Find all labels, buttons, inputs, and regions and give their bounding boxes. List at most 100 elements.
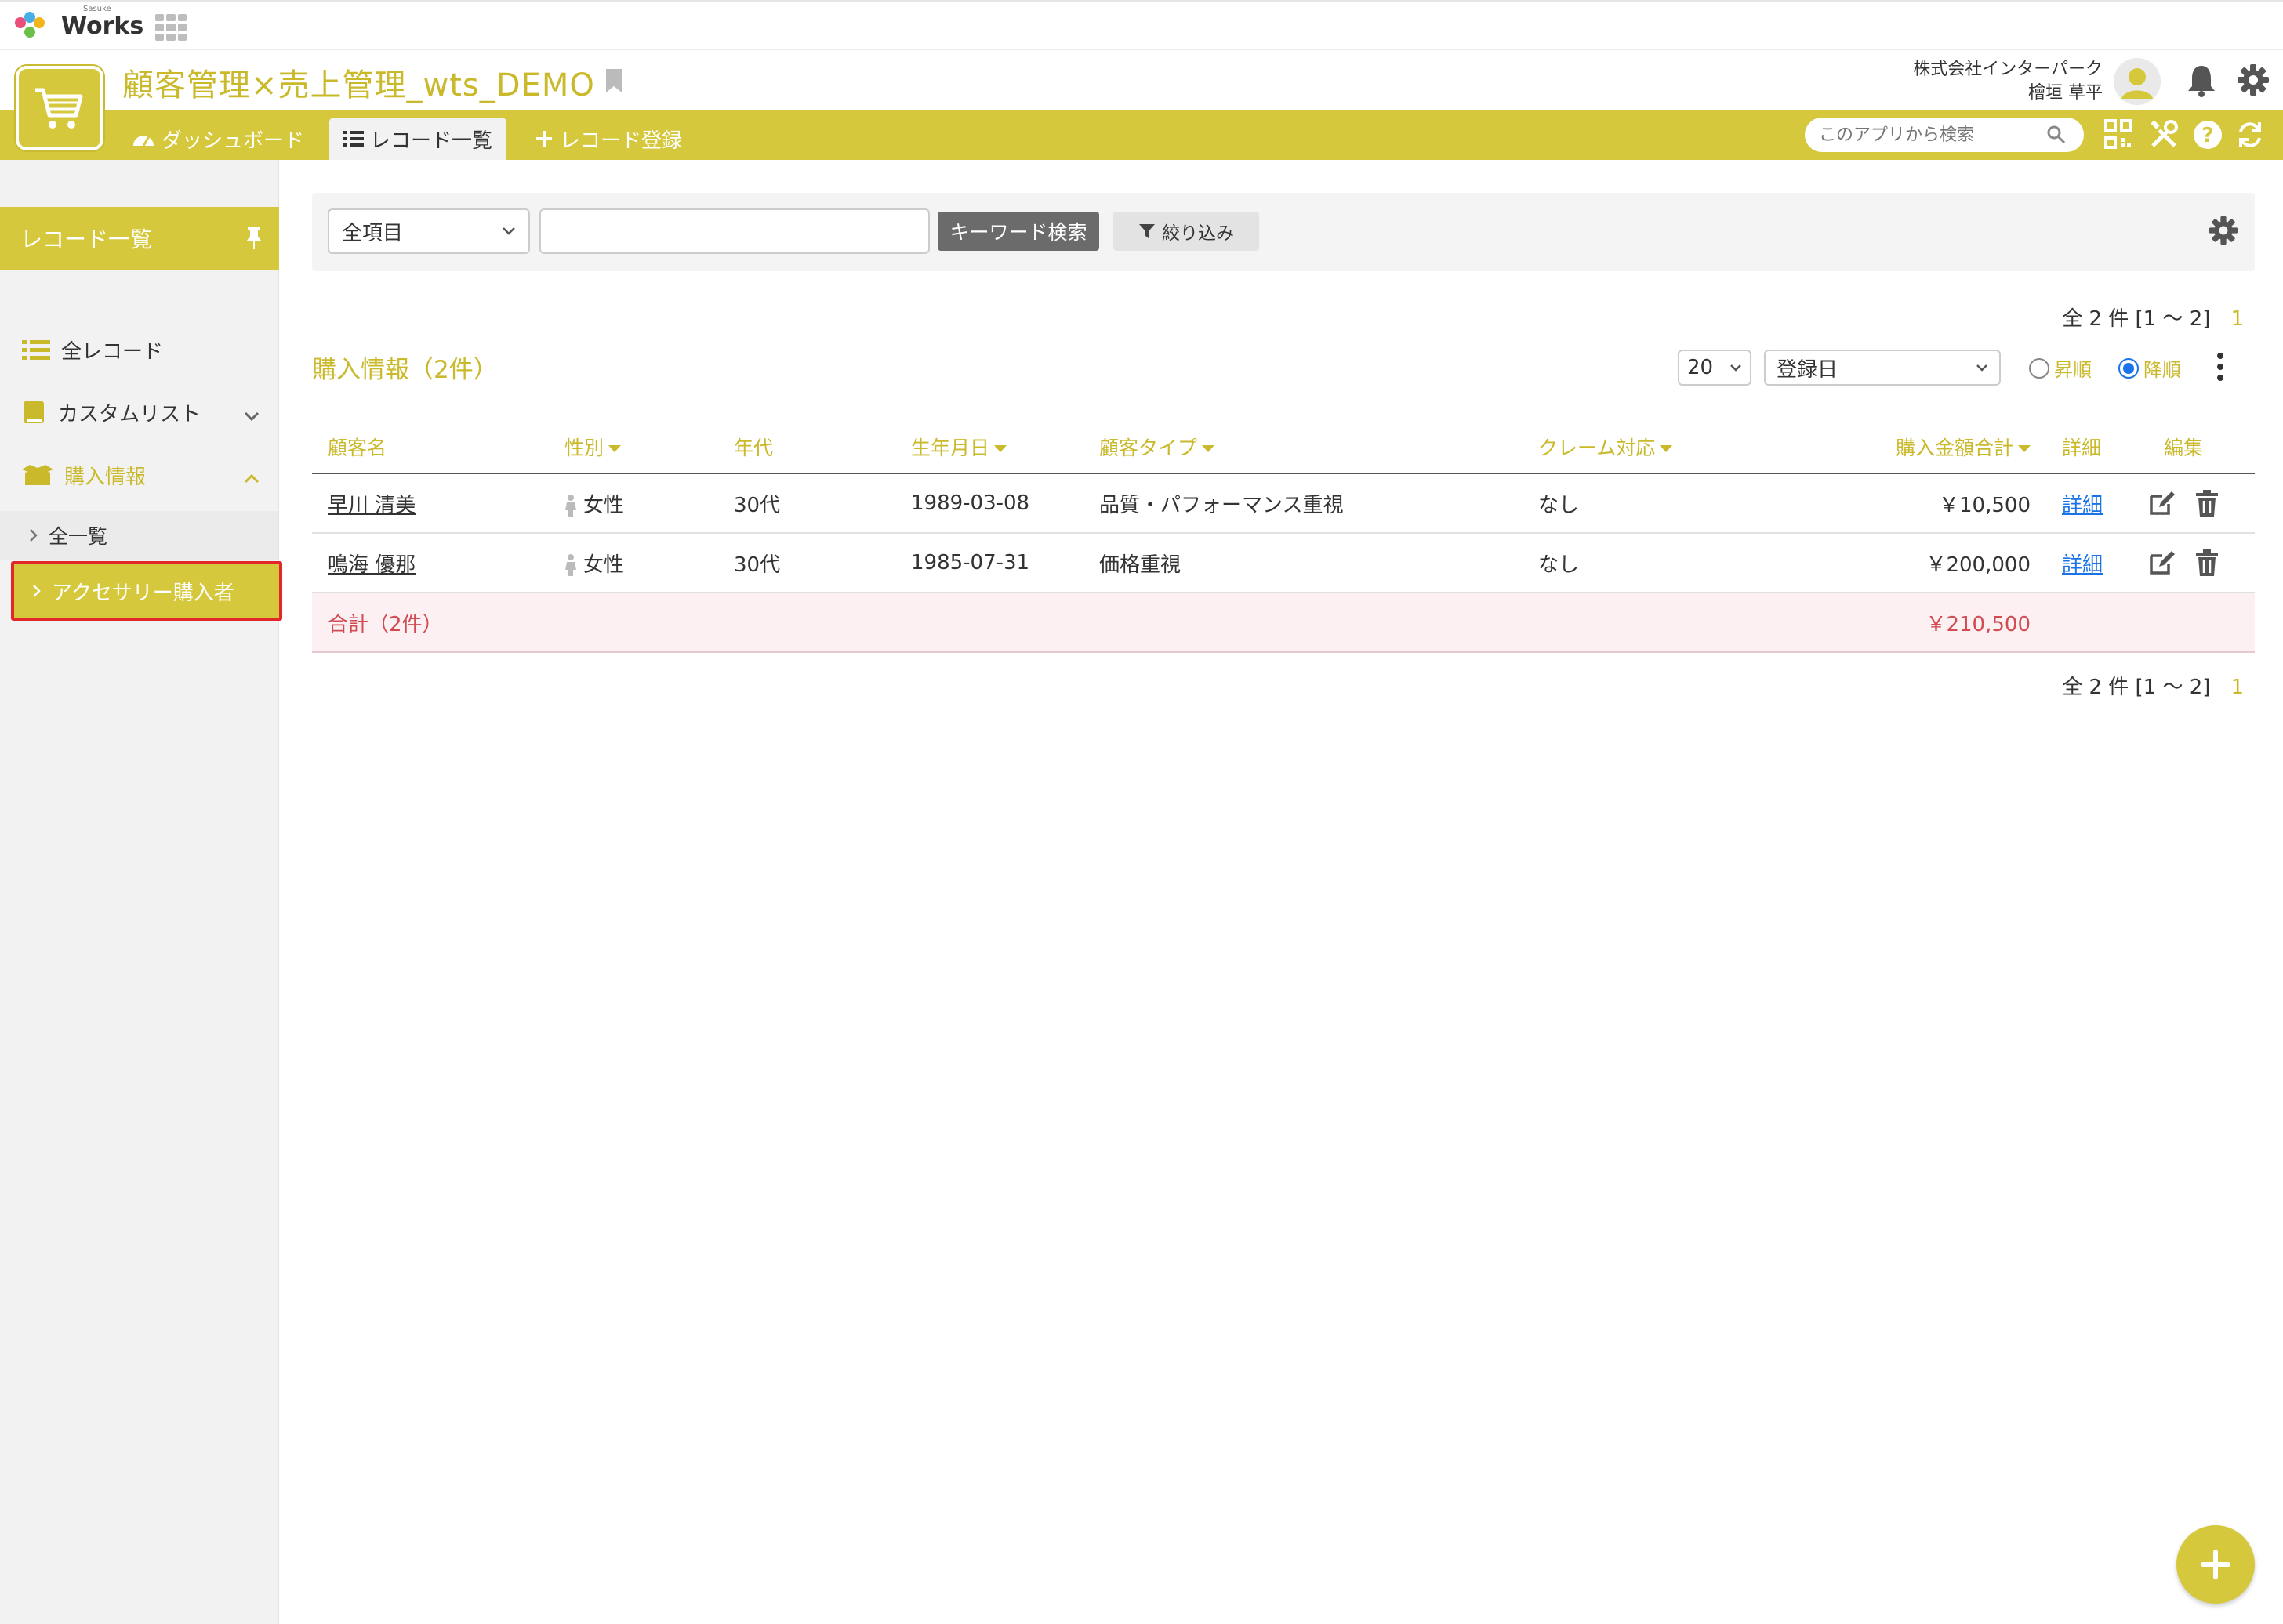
col-header-detail: 詳細 [2046, 420, 2112, 474]
col-header-name[interactable]: 顧客名 [312, 420, 549, 474]
col-header-edit: 編集 [2112, 420, 2255, 474]
per-page-select[interactable]: 20 [1678, 350, 1751, 386]
avatar[interactable] [2114, 58, 2161, 105]
col-header-gender[interactable]: 性別 [549, 420, 718, 474]
cell-birthday: 1989-03-08 [895, 473, 1083, 534]
detail-link[interactable]: 詳細 [2062, 494, 2103, 517]
company-name: 株式会社インターパーク [1913, 60, 2103, 79]
cell-age: 30代 [718, 533, 895, 593]
page-link[interactable]: 1 [2230, 676, 2244, 699]
page-link[interactable]: 1 [2230, 307, 2244, 331]
cell-gender-text: 女性 [583, 553, 625, 577]
works-logo[interactable]: Sasuke Works [13, 4, 143, 44]
trash-icon[interactable] [2195, 490, 2219, 517]
app-title: 顧客管理×売上管理_wts_DEMO [122, 67, 595, 103]
cell-edit [2112, 533, 2255, 593]
more-vertical-icon[interactable] [2216, 351, 2225, 388]
plus-icon [2201, 1550, 2230, 1579]
col-header-birthday[interactable]: 生年月日 [895, 420, 1083, 474]
sort-asc-radio[interactable]: 昇順 [2029, 354, 2092, 382]
col-total-label: 購入金額合計 [1895, 436, 2013, 459]
col-header-age[interactable]: 年代 [718, 420, 895, 474]
qr-code-icon[interactable] [2104, 119, 2132, 154]
bell-icon[interactable] [2186, 63, 2217, 103]
tab-record-list[interactable]: レコード一覧 [329, 118, 507, 160]
search-icon[interactable] [2046, 125, 2067, 145]
summary-empty [2046, 593, 2112, 653]
brand-sub: Sasuke [83, 4, 111, 13]
cell-customer-name[interactable]: 鳴海 優那 [312, 533, 549, 593]
works-logo-icon [15, 12, 45, 38]
sidebar-subitem-all[interactable]: 全一覧 [0, 511, 278, 560]
radio-circle-checked [2118, 357, 2139, 379]
list-icon [22, 339, 50, 360]
cell-claim: なし [1523, 473, 1860, 534]
sort-field-select[interactable]: 登録日 [1764, 350, 2001, 386]
dashboard-icon [133, 136, 154, 147]
chevron-up-icon[interactable] [243, 467, 260, 491]
radio-circle [2029, 357, 2049, 379]
user-name: 檜垣 草平 [2028, 83, 2103, 103]
sort-caret-icon [1660, 445, 1673, 452]
cell-edit [2112, 473, 2255, 534]
help-icon[interactable]: ? [2192, 119, 2223, 156]
list-settings-gear-icon[interactable] [2208, 215, 2239, 252]
record-count-text: 全 2 件 [1 〜 2] [2062, 307, 2211, 331]
sidebar-item-purchase-info[interactable]: 購入情報 [22, 461, 146, 490]
bookmark-icon[interactable] [604, 67, 624, 100]
cell-birthday: 1985-07-31 [895, 533, 1083, 593]
tools-icon[interactable] [2148, 119, 2180, 156]
app-grid-icon[interactable] [155, 14, 187, 41]
field-select[interactable]: 全項目 [328, 208, 530, 254]
record-count-top: 全 2 件 [1 〜 2] 1 [2062, 303, 2244, 332]
sort-desc-radio[interactable]: 降順 [2118, 354, 2181, 382]
tab-record-register[interactable]: レコード登録 [521, 118, 696, 160]
cell-gender: 女性 [549, 533, 718, 593]
summary-empty [2112, 593, 2255, 653]
keyword-search-button[interactable]: キーワード検索 [938, 212, 1099, 251]
edit-icon[interactable] [2148, 490, 2178, 517]
tab-dashboard[interactable]: ダッシュボード [118, 118, 318, 160]
book-icon [24, 401, 44, 423]
table-summary-row: 合計（2件） ￥210,500 [312, 593, 2255, 653]
chevron-down-icon[interactable] [243, 404, 260, 428]
edit-icon[interactable] [2148, 549, 2178, 576]
sort-caret-icon [2018, 445, 2031, 452]
record-count-bottom: 全 2 件 [1 〜 2] 1 [2062, 671, 2244, 700]
sidebar-item-custom-list[interactable]: カスタムリスト [22, 398, 201, 427]
search-input[interactable] [1819, 125, 2046, 145]
cell-detail: 詳細 [2046, 473, 2112, 534]
col-type-label: 顧客タイプ [1099, 436, 1198, 459]
sidebar-subitem-all-label: 全一覧 [49, 525, 108, 548]
sync-icon[interactable] [2236, 119, 2264, 156]
col-header-claim[interactable]: クレーム対応 [1523, 420, 1860, 474]
pin-icon[interactable] [245, 226, 263, 256]
narrow-filter-button[interactable]: 絞り込み [1113, 212, 1259, 251]
sidebar-item-custom-list-label: カスタムリスト [58, 403, 201, 426]
app-search[interactable] [1805, 118, 2084, 152]
table-row: 早川 清美 女性 30代 1989-03-08 品質・パフォーマンス重視 なし … [312, 473, 2255, 534]
cell-total: ￥200,000 [1860, 533, 2046, 593]
tab-record-register-label: レコード登録 [560, 129, 683, 153]
narrow-filter-label: 絞り込み [1162, 223, 1234, 244]
keyword-input[interactable] [539, 208, 930, 254]
female-icon [565, 554, 576, 576]
cart-app-icon[interactable] [16, 66, 103, 150]
detail-link[interactable]: 詳細 [2062, 553, 2103, 577]
table-row: 鳴海 優那 女性 30代 1985-07-31 価格重視 なし ￥200,000… [312, 533, 2255, 593]
trash-icon[interactable] [2195, 549, 2219, 576]
sidebar-subitem-accessory-buyers[interactable]: アクセサリー購入者 [11, 561, 282, 621]
sort-caret-icon [1202, 445, 1215, 452]
col-header-total[interactable]: 購入金額合計 [1860, 420, 2046, 474]
cell-customer-name[interactable]: 早川 清美 [312, 473, 549, 534]
funnel-icon [1139, 224, 1155, 238]
cell-age: 30代 [718, 473, 895, 534]
table-header-row: 顧客名 性別 年代 生年月日 顧客タイプ クレーム対応 購入金額合計 詳細 編集 [312, 420, 2255, 474]
col-header-type[interactable]: 顧客タイプ [1083, 420, 1523, 474]
sort-asc-label: 昇順 [2054, 359, 2092, 381]
gear-icon[interactable] [2236, 63, 2270, 103]
col-gender-label: 性別 [564, 436, 604, 459]
add-record-button[interactable] [2176, 1525, 2255, 1604]
sidebar-item-all-records[interactable]: 全レコード [22, 335, 163, 364]
sidebar-subitem-accessory-buyers-label: アクセサリー購入者 [52, 581, 234, 605]
